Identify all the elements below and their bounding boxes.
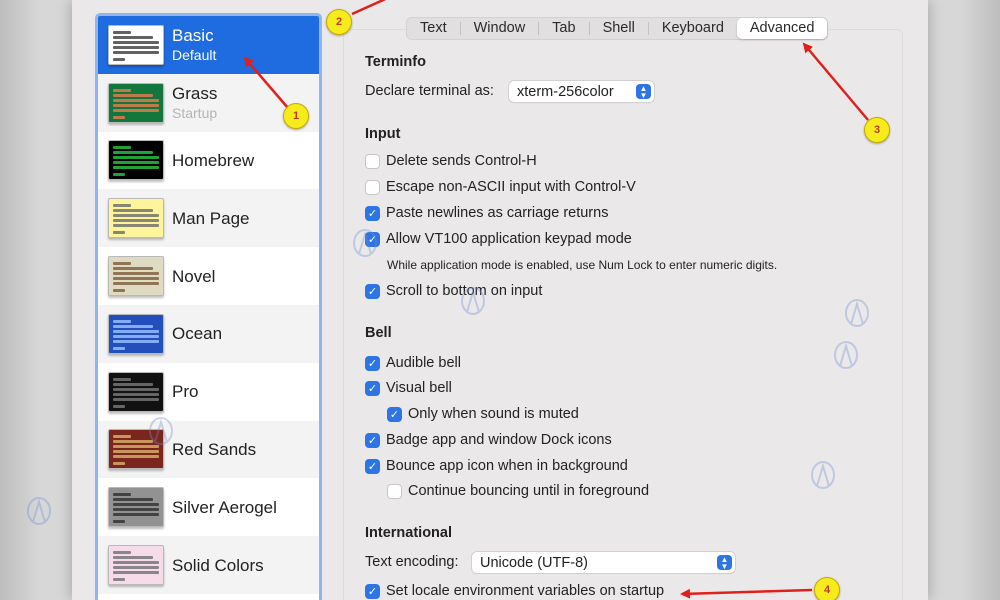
annotation-badge-1: 1 <box>283 103 309 129</box>
annotation-arrow-1 <box>243 56 289 109</box>
annotation-arrow-2 <box>351 0 387 16</box>
annotation-arrows <box>243 0 869 599</box>
annotation-badge-4: 4 <box>814 577 840 600</box>
annotation-arrow-3 <box>802 42 869 121</box>
annotation-arrow-4 <box>680 588 813 599</box>
annotation-badge-3: 3 <box>864 117 890 143</box>
annotation-badge-2: 2 <box>326 9 352 35</box>
